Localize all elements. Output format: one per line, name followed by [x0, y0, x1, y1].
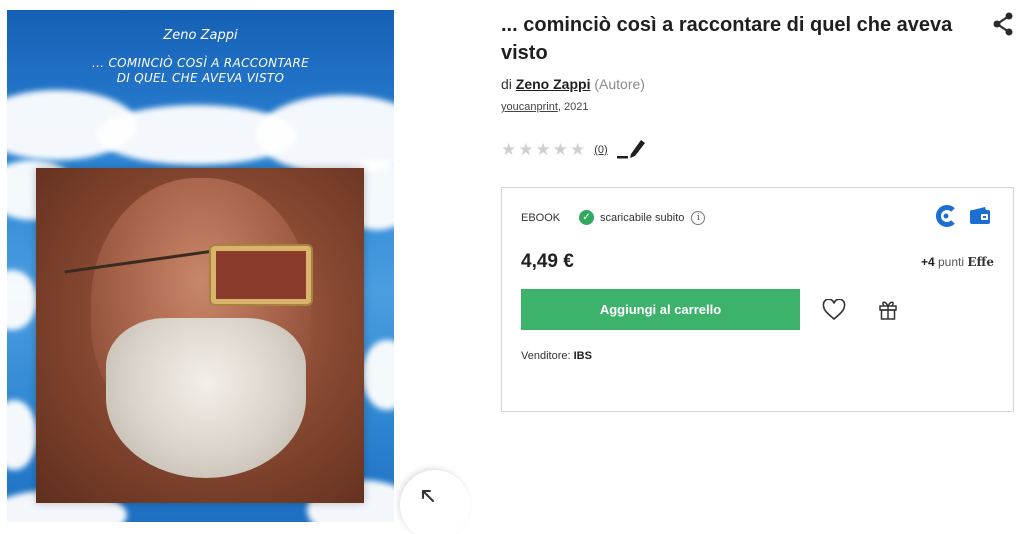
wishlist-button[interactable] — [822, 298, 846, 325]
write-review-button[interactable] — [616, 137, 645, 163]
gift-button[interactable] — [878, 298, 898, 324]
check-icon: ✓ — [579, 210, 594, 225]
cover-title-line: ... COMINCIÒ COSÌ A RACCONTARE — [91, 56, 310, 70]
points-label: punti — [934, 255, 968, 269]
portrait-beard — [106, 318, 306, 478]
wallet-icon[interactable] — [969, 206, 991, 226]
points-brand: Effe — [967, 255, 994, 269]
rating-count[interactable]: (0) — [594, 144, 607, 156]
share-icon — [993, 12, 1013, 36]
cover-author: Zeno Zappi — [163, 28, 238, 43]
availability: ✓ scaricabile subito i — [579, 210, 706, 225]
book-cover[interactable]: Zeno Zappi ... COMINCIÒ COSÌ A RACCONTAR… — [7, 10, 394, 522]
star-icon: ★ — [518, 140, 534, 160]
publisher-link[interactable]: youcanprint — [501, 101, 558, 113]
publication-year: , 2021 — [557, 101, 589, 113]
portrait-jewel — [211, 246, 311, 304]
availability-text: scaricabile subito — [600, 211, 685, 224]
gift-icon — [879, 301, 897, 320]
author-role: (Autore) — [594, 76, 645, 92]
add-to-cart-button[interactable]: Aggiungi al carrello — [521, 289, 800, 330]
publisher-line: youcanprint, 2021 — [501, 101, 588, 113]
rating: ★ ★ ★ ★ ★ (0) — [501, 137, 645, 163]
pen-icon — [616, 140, 645, 159]
rating-stars[interactable]: ★ ★ ★ ★ ★ — [501, 140, 585, 160]
info-icon[interactable]: i — [691, 210, 706, 225]
effe-points: +4 punti Effe — [921, 255, 994, 269]
seller-label: Venditore: — [521, 350, 574, 362]
format-label: EBOOK — [521, 212, 561, 224]
expand-cover-button[interactable] — [400, 470, 470, 534]
star-icon: ★ — [535, 140, 551, 160]
byline: di Zeno Zappi (Autore) — [501, 76, 645, 92]
cover-photo — [36, 168, 364, 503]
seller-info: Venditore: IBS — [521, 350, 592, 362]
points-number: +4 — [920, 255, 935, 269]
star-icon: ★ — [570, 140, 586, 160]
heart-icon — [822, 298, 846, 321]
seller-name: IBS — [573, 350, 592, 362]
star-icon: ★ — [552, 140, 568, 160]
price: 4,49 € — [521, 251, 574, 272]
author-link[interactable]: Zeno Zappi — [516, 76, 591, 92]
share-button[interactable] — [992, 12, 1014, 40]
by-prefix: di — [501, 76, 512, 92]
cover-title-line: DI QUEL CHE AVEVA VISTO — [116, 71, 285, 85]
star-icon: ★ — [501, 140, 517, 160]
kobo-icon[interactable] — [935, 205, 957, 227]
product-title: ... cominciò così a raccontare di quel c… — [501, 14, 953, 64]
cover-title: ... COMINCIÒ COSÌ A RACCONTARE DI QUEL C… — [7, 56, 394, 86]
expand-icon — [422, 490, 434, 502]
payment-icons — [935, 205, 991, 227]
purchase-box: EBOOK ✓ scaricabile subito i 4,49 € +4 p… — [501, 187, 1014, 412]
